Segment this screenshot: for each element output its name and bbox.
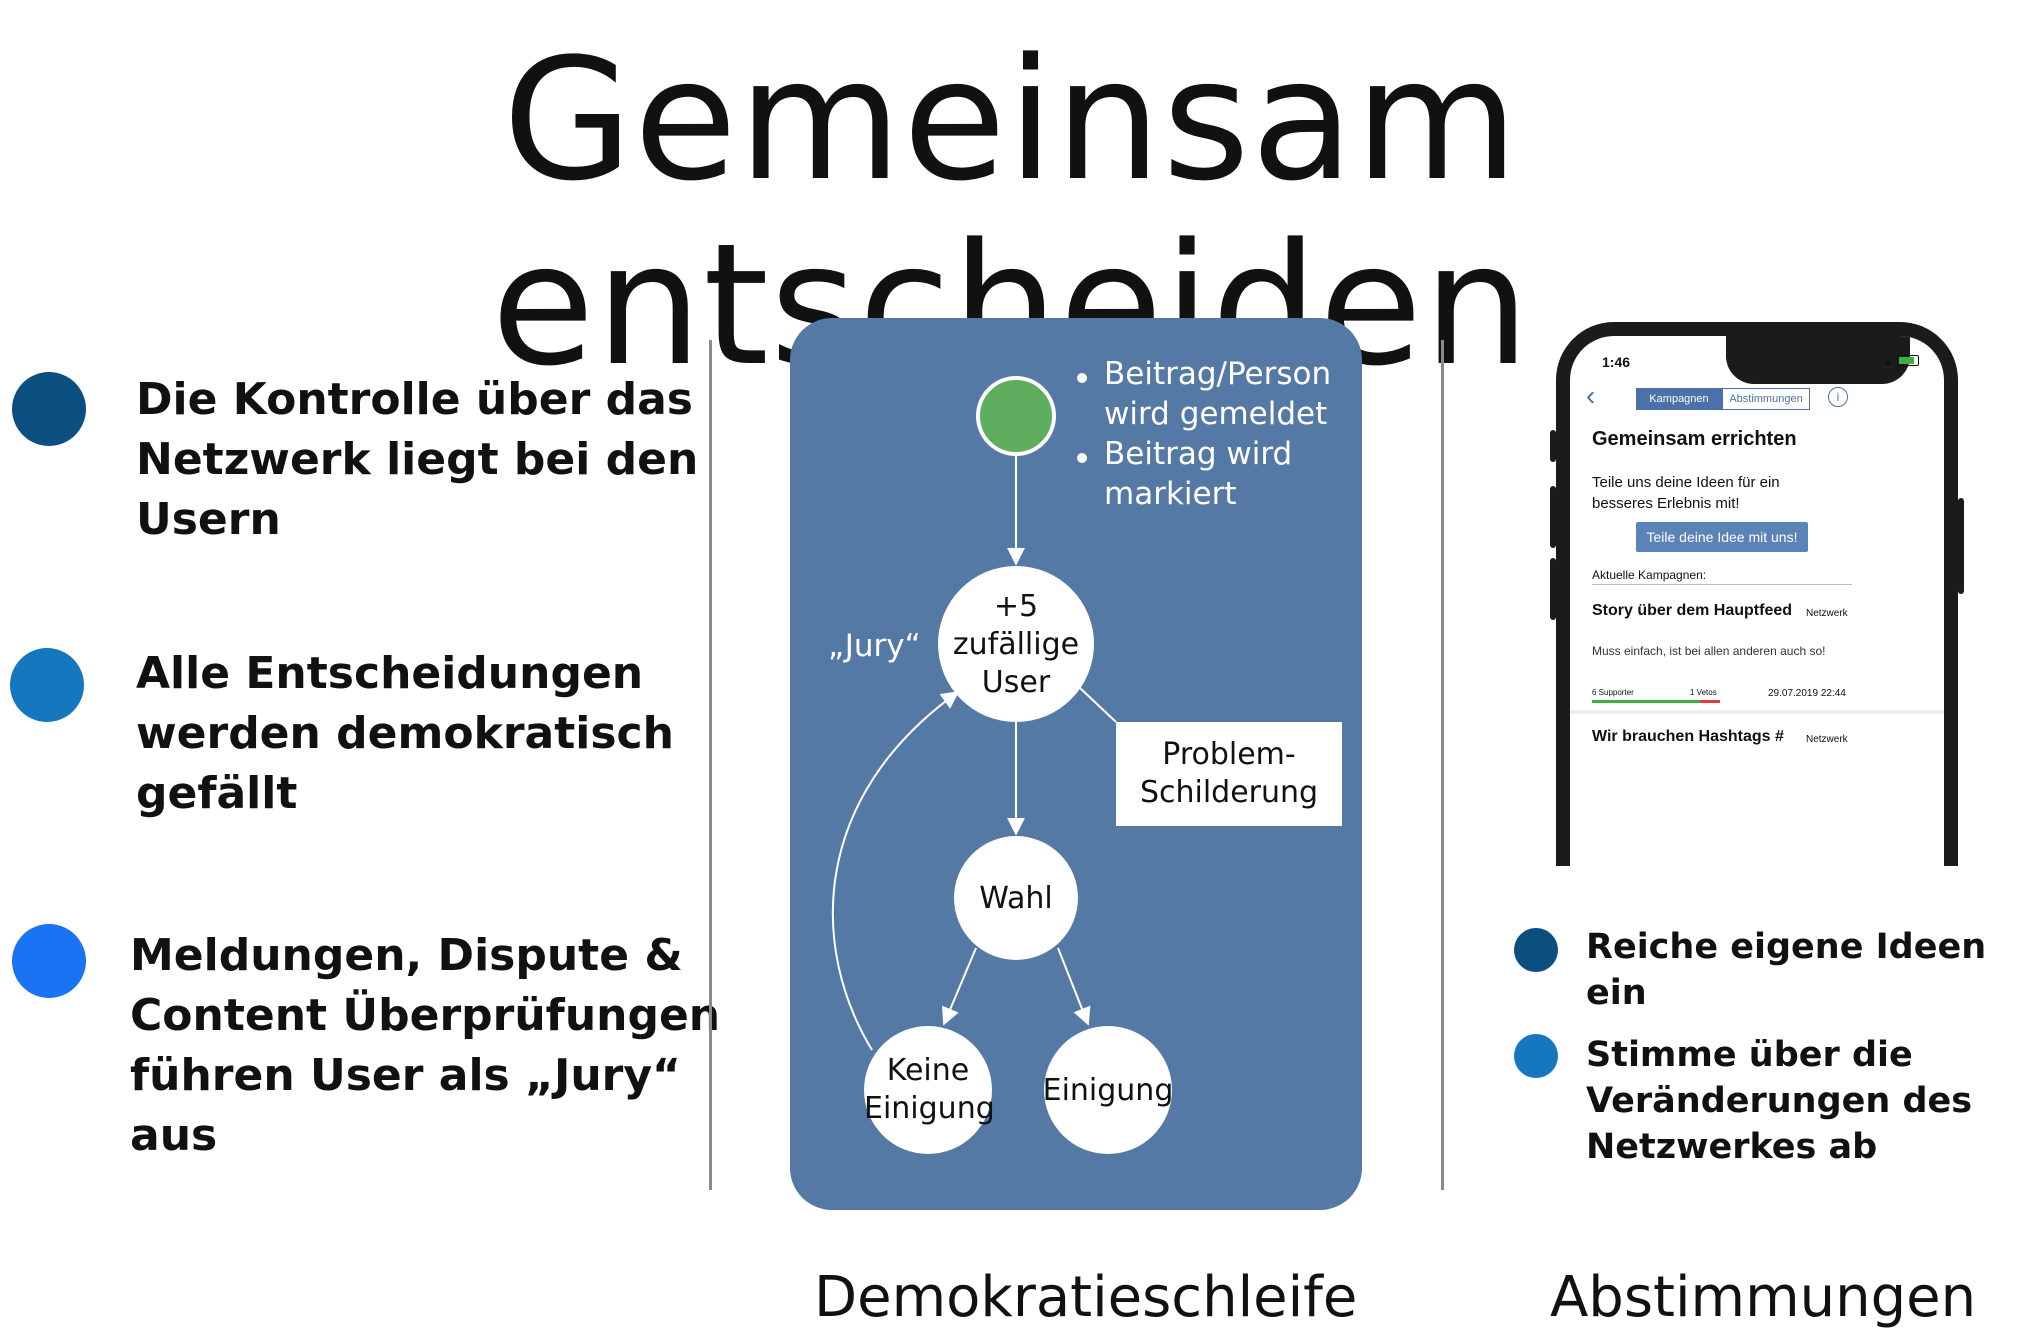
tab-votes[interactable]: Abstimmungen: [1722, 388, 1810, 410]
info-icon[interactable]: i: [1828, 387, 1848, 407]
battery-icon: [1897, 355, 1920, 366]
campaign-2-title[interactable]: Wir brauchen Hashtags #: [1592, 728, 1784, 746]
arrow-vote-to-no-agreement: [941, 947, 977, 1026]
phone-mockup: 1:46 ▲ ‹ Kampagnen Abstimmungen i Gemein…: [1500, 318, 2020, 866]
section-divider: [1592, 584, 1852, 585]
campaign-1-tag: Netzwerk: [1806, 608, 1848, 619]
no-agreement-node-label: Keine Einigung: [864, 1053, 995, 1126]
wifi-icon: ▲: [1882, 354, 1894, 368]
campaign-1-veto-bar: [1700, 700, 1720, 703]
status-time: 1:46: [1602, 354, 1631, 370]
bullet-dot-1: [12, 372, 86, 446]
note-bullet-1: [1077, 373, 1087, 383]
campaign-divider: [1570, 710, 1944, 714]
agreement-node-label: Einigung: [1042, 1073, 1174, 1108]
start-note-2: Beitrag wird markiert: [1104, 436, 1293, 512]
tab-campaigns[interactable]: Kampagnen: [1636, 388, 1722, 410]
share-idea-button[interactable]: Teile deine Idee mit uns!: [1636, 522, 1808, 552]
start-node: [976, 376, 1056, 456]
caption-democracy-loop: Demokratieschleife: [814, 1265, 1358, 1330]
screen-heading: Gemeinsam errichten: [1592, 428, 1797, 450]
screen-intro: Teile uns deine Ideen für ein besseres Er…: [1592, 474, 1780, 512]
start-note-1: Beitrag/Person wird gemeldet: [1104, 356, 1332, 432]
vote-node-label: Wahl: [979, 881, 1053, 916]
phone-side-button-4: [1958, 498, 1964, 594]
problem-description-box: Problem- Schilderung: [1116, 722, 1342, 826]
campaign-1-desc: Muss einfach, ist bei allen anderen auch…: [1592, 644, 1826, 658]
bullet-dot-2: [10, 648, 84, 722]
campaign-1-vetos: 1 Vetos: [1690, 688, 1717, 697]
campaign-1-title[interactable]: Story über dem Hauptfeed: [1592, 602, 1792, 620]
right-bullet-text-2: Stimme über die Veränderungen des Netzwerk…: [1586, 1035, 1973, 1167]
divider-right: [1441, 340, 1444, 1190]
campaign-1-date: 29.07.2019 22:44: [1768, 688, 1846, 699]
caption-votes: Abstimmungen: [1550, 1265, 1977, 1330]
bullet-dot-3: [12, 924, 86, 998]
status-icons: ▲: [1882, 354, 1920, 368]
bullet-text-1: Die Kontrolle über das Netzwerk liegt bei…: [136, 374, 699, 545]
back-chevron-icon[interactable]: ‹: [1586, 380, 1595, 412]
campaign-2-tag: Netzwerk: [1806, 734, 1848, 745]
bullet-text-2: Alle Entscheidungen werden demokratisch ge…: [136, 648, 674, 819]
current-campaigns-label: Aktuelle Kampagnen:: [1592, 568, 1707, 582]
democracy-loop-panel: Beitrag/Person wird gemeldet Beitrag wird…: [790, 318, 1362, 1210]
right-bullet-text-1: Reiche eigene Ideen ein: [1586, 927, 1987, 1013]
arrow-loop-back: [831, 690, 960, 1051]
phone-screen: 1:46 ▲ ‹ Kampagnen Abstimmungen i Gemein…: [1570, 336, 1944, 866]
campaign-1-supporters: 6 Supporter: [1592, 688, 1634, 697]
arrow-vote-to-agreement: [1057, 947, 1091, 1026]
note-bullet-2: [1077, 453, 1087, 463]
jury-label: „Jury“: [828, 628, 921, 664]
bullet-text-3: Meldungen, Dispute & Content Überprüfunge…: [130, 930, 721, 1161]
right-bullet-dot-2: [1514, 1034, 1558, 1078]
divider-left: [709, 340, 712, 1190]
right-bullet-dot-1: [1514, 928, 1558, 972]
jury-node-label: +5 zufällige User: [952, 589, 1080, 700]
